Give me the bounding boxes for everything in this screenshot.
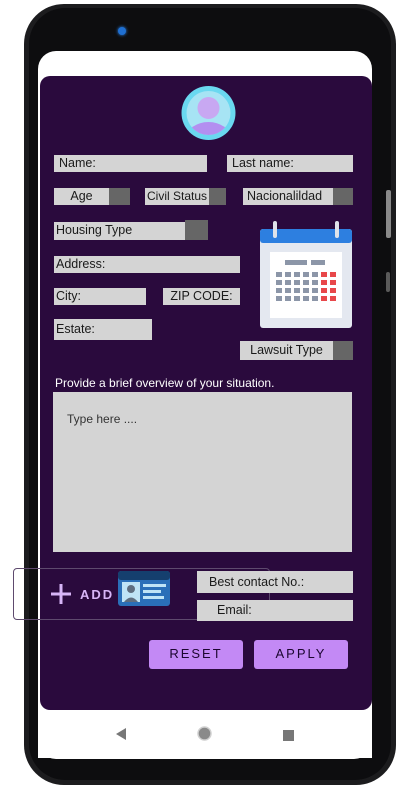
overview-prompt: Provide a brief overview of your situati… bbox=[55, 376, 275, 390]
calendar-button[interactable] bbox=[259, 220, 353, 330]
avatar[interactable] bbox=[181, 86, 236, 140]
address-field[interactable]: Address: bbox=[54, 256, 240, 273]
lawsuit-type-spinner[interactable]: Lawsuit Type bbox=[240, 341, 333, 360]
add-id-button[interactable] bbox=[50, 583, 72, 605]
civil-status-spinner[interactable]: Civil Status bbox=[145, 188, 209, 205]
overview-placeholder: Type here .... bbox=[67, 412, 138, 426]
front-camera bbox=[118, 27, 126, 35]
housing-type-dropdown-button[interactable] bbox=[185, 220, 208, 240]
calendar-icon bbox=[260, 221, 352, 328]
name-field[interactable]: Name: bbox=[54, 155, 207, 172]
volume-button bbox=[386, 272, 390, 292]
plus-icon bbox=[51, 584, 71, 604]
lawsuit-type-dropdown-button[interactable] bbox=[333, 341, 353, 360]
apply-button[interactable]: APPLY bbox=[254, 640, 348, 669]
overview-textarea[interactable]: Type here .... bbox=[53, 392, 352, 552]
recents-square-icon bbox=[283, 730, 294, 741]
power-button bbox=[386, 190, 391, 238]
reset-button[interactable]: RESET bbox=[149, 640, 243, 669]
back-triangle-icon bbox=[116, 728, 126, 740]
best-contact-field[interactable]: Best contact No.: bbox=[197, 571, 353, 593]
civil-status-dropdown-button[interactable] bbox=[209, 188, 226, 205]
last-name-field[interactable]: Last name: bbox=[227, 155, 353, 172]
nav-recents-button[interactable] bbox=[283, 728, 294, 741]
home-circle-icon bbox=[197, 726, 212, 741]
id-card-icon bbox=[118, 571, 170, 606]
nationality-spinner[interactable]: Nacionalildad bbox=[243, 188, 333, 205]
email-field[interactable]: Email: bbox=[197, 600, 353, 621]
zip-code-field[interactable]: ZIP CODE: bbox=[163, 288, 240, 305]
estate-field[interactable]: Estate: bbox=[54, 319, 152, 340]
city-field[interactable]: City: bbox=[54, 288, 146, 305]
housing-type-spinner[interactable]: Housing Type bbox=[54, 222, 185, 240]
user-avatar-icon bbox=[181, 86, 236, 140]
add-label[interactable]: ADD bbox=[80, 587, 120, 603]
nav-back-button[interactable] bbox=[115, 727, 127, 740]
age-spinner[interactable]: Age bbox=[54, 188, 109, 205]
nationality-dropdown-button[interactable] bbox=[333, 188, 353, 205]
id-card-image[interactable] bbox=[118, 571, 170, 606]
age-dropdown-button[interactable] bbox=[109, 188, 130, 205]
nav-home-button[interactable] bbox=[197, 726, 212, 741]
